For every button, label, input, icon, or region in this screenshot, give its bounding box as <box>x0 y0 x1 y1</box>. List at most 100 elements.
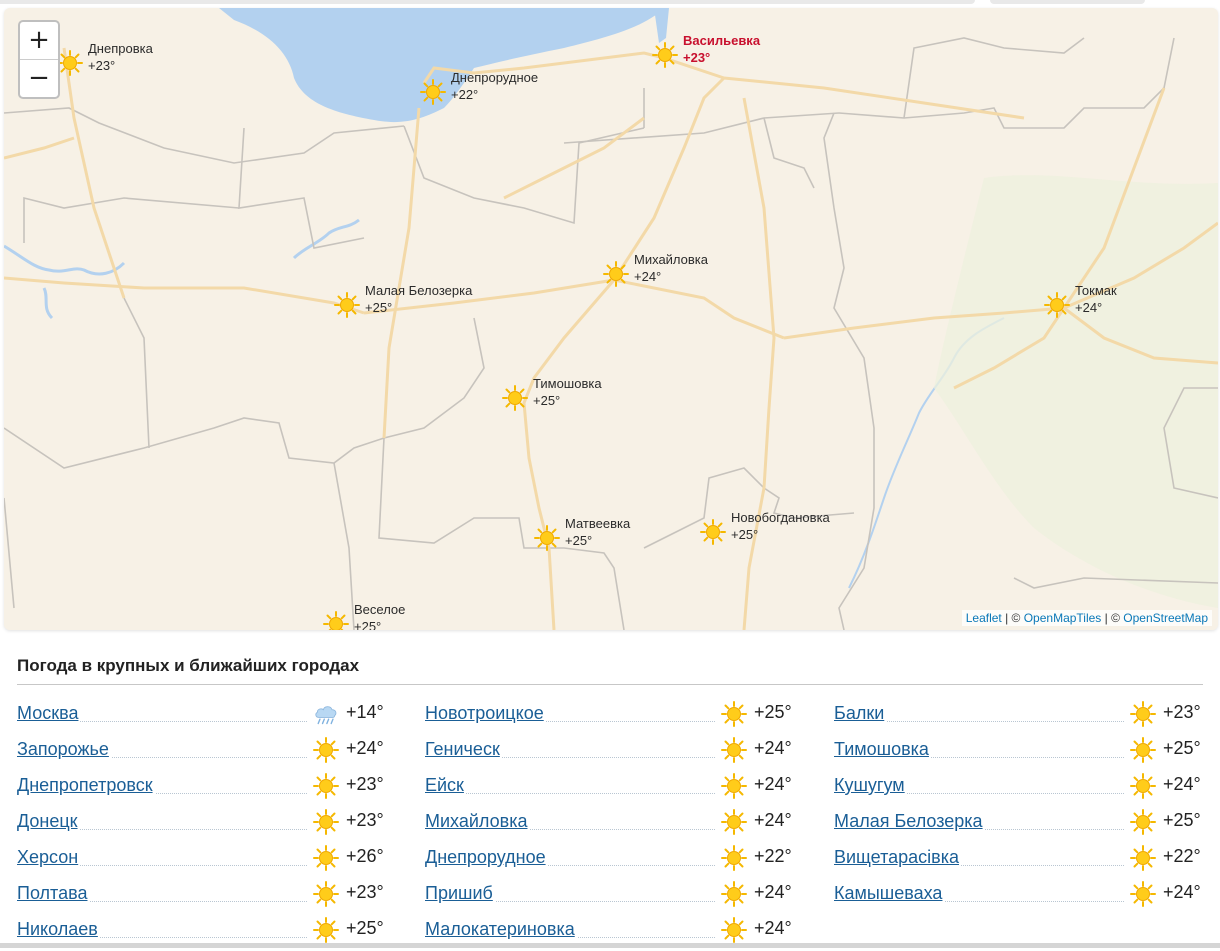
list-item[interactable]: Новотроицкое +25° <box>425 699 795 735</box>
temperature: +24° <box>346 738 384 759</box>
marker-name: Новобогдановка <box>731 509 830 526</box>
list-item[interactable]: Москва +14° <box>17 699 387 735</box>
temperature: +25° <box>1163 810 1201 831</box>
leaflet-link[interactable]: Leaflet <box>966 611 1002 625</box>
list-item[interactable]: Балки +23° <box>834 699 1204 735</box>
city-link[interactable]: Николаев <box>17 919 100 940</box>
list-item[interactable]: Камышеваха +24° <box>834 879 1204 915</box>
city-link[interactable]: Камышеваха <box>834 883 944 904</box>
sun-icon <box>313 809 339 835</box>
list-item[interactable]: Херсон +26° <box>17 843 387 879</box>
sun-icon <box>1130 845 1156 871</box>
list-item[interactable]: Геническ +24° <box>425 735 795 771</box>
zoom-in-button[interactable]: + <box>20 22 58 59</box>
list-item[interactable]: Михайловка +24° <box>425 807 795 843</box>
city-link[interactable]: Москва <box>17 703 80 724</box>
city-link[interactable]: Балки <box>834 703 886 724</box>
sun-icon <box>721 917 747 943</box>
cities-column: Балки +23° Тимошовка +25° Кушугум +24° М… <box>834 699 1204 915</box>
sun-icon <box>721 881 747 907</box>
list-item[interactable]: Малая Белозерка +25° <box>834 807 1204 843</box>
list-item[interactable]: Кушугум +24° <box>834 771 1204 807</box>
sun-icon <box>313 845 339 871</box>
map-attribution: Leaflet | © OpenMapTiles | © OpenStreetM… <box>962 610 1212 626</box>
marker-temp: +25° <box>565 532 630 549</box>
marker-temp: +24° <box>1075 299 1117 316</box>
city-link[interactable]: Пришиб <box>425 883 495 904</box>
city-link[interactable]: Геническ <box>425 739 502 760</box>
openstreetmap-link[interactable]: OpenStreetMap <box>1123 611 1208 625</box>
marker-temp: +25° <box>365 299 472 316</box>
temperature: +24° <box>754 918 792 939</box>
city-link[interactable]: Днепропетровск <box>17 775 155 796</box>
city-link[interactable]: Днепрорудное <box>425 847 548 868</box>
top-bar-remnant <box>0 0 1220 6</box>
marker-temp: +24° <box>634 268 708 285</box>
zoom-out-button[interactable]: − <box>20 59 58 97</box>
marker-name: Токмак <box>1075 282 1117 299</box>
city-link[interactable]: Херсон <box>17 847 80 868</box>
sun-icon <box>721 701 747 727</box>
city-link[interactable]: Тимошовка <box>834 739 931 760</box>
city-link[interactable]: Кушугум <box>834 775 907 796</box>
list-item[interactable]: Вищетарасівка +22° <box>834 843 1204 879</box>
rain-cloud-icon <box>313 701 339 727</box>
list-item[interactable]: Полтава +23° <box>17 879 387 915</box>
openmaptiles-link[interactable]: OpenMapTiles <box>1024 611 1102 625</box>
sun-icon <box>334 292 360 318</box>
dotted-leader <box>425 793 715 794</box>
sun-icon <box>652 42 678 68</box>
city-link[interactable]: Малая Белозерка <box>834 811 985 832</box>
marker-name: Днепровка <box>88 40 153 57</box>
list-item[interactable]: Донецк +23° <box>17 807 387 843</box>
temperature: +23° <box>1163 702 1201 723</box>
city-link[interactable]: Малокатериновка <box>425 919 577 940</box>
section-title: Погода в крупных и ближайших городах <box>17 656 359 676</box>
marker-name: Малая Белозерка <box>365 282 472 299</box>
temperature: +25° <box>754 702 792 723</box>
sun-icon <box>1130 737 1156 763</box>
list-item[interactable]: Запорожье +24° <box>17 735 387 771</box>
temperature: +24° <box>754 810 792 831</box>
attribution-separator: | © <box>1101 611 1123 625</box>
sun-icon <box>721 809 747 835</box>
sun-icon <box>313 773 339 799</box>
temperature: +24° <box>754 774 792 795</box>
list-item[interactable]: Днепропетровск +23° <box>17 771 387 807</box>
list-item[interactable]: Ейск +24° <box>425 771 795 807</box>
weather-map[interactable]: + − Днепровка+23° Днепрорудное+22° Васил… <box>4 8 1218 630</box>
cities-column: Москва +14° Запорожье +24° Днепропетровс… <box>17 699 387 951</box>
temperature: +22° <box>754 846 792 867</box>
sun-icon <box>323 611 349 630</box>
city-link[interactable]: Вищетарасівка <box>834 847 961 868</box>
temperature: +25° <box>346 918 384 939</box>
city-link[interactable]: Полтава <box>17 883 89 904</box>
attribution-separator: | © <box>1002 611 1024 625</box>
city-link[interactable]: Донецк <box>17 811 80 832</box>
list-item[interactable]: Тимошовка +25° <box>834 735 1204 771</box>
city-link[interactable]: Новотроицкое <box>425 703 546 724</box>
sun-icon <box>313 881 339 907</box>
city-link[interactable]: Ейск <box>425 775 466 796</box>
sun-icon <box>502 385 528 411</box>
sun-icon <box>1130 881 1156 907</box>
sun-icon <box>57 50 83 76</box>
marker-temp: +25° <box>354 618 405 630</box>
temperature: +24° <box>754 738 792 759</box>
cities-column: Новотроицкое +25° Геническ +24° Ейск +24… <box>425 699 795 951</box>
city-link[interactable]: Михайловка <box>425 811 529 832</box>
sun-icon <box>1130 809 1156 835</box>
temperature: +24° <box>1163 774 1201 795</box>
sun-icon <box>721 737 747 763</box>
temperature: +23° <box>346 810 384 831</box>
temperature: +23° <box>346 774 384 795</box>
city-link[interactable]: Запорожье <box>17 739 111 760</box>
sun-icon <box>1130 773 1156 799</box>
sun-icon <box>1044 292 1070 318</box>
marker-temp: +23° <box>683 49 760 66</box>
sun-icon <box>313 917 339 943</box>
list-item[interactable]: Днепрорудное +22° <box>425 843 795 879</box>
sun-icon <box>313 737 339 763</box>
temperature: +26° <box>346 846 384 867</box>
list-item[interactable]: Пришиб +24° <box>425 879 795 915</box>
